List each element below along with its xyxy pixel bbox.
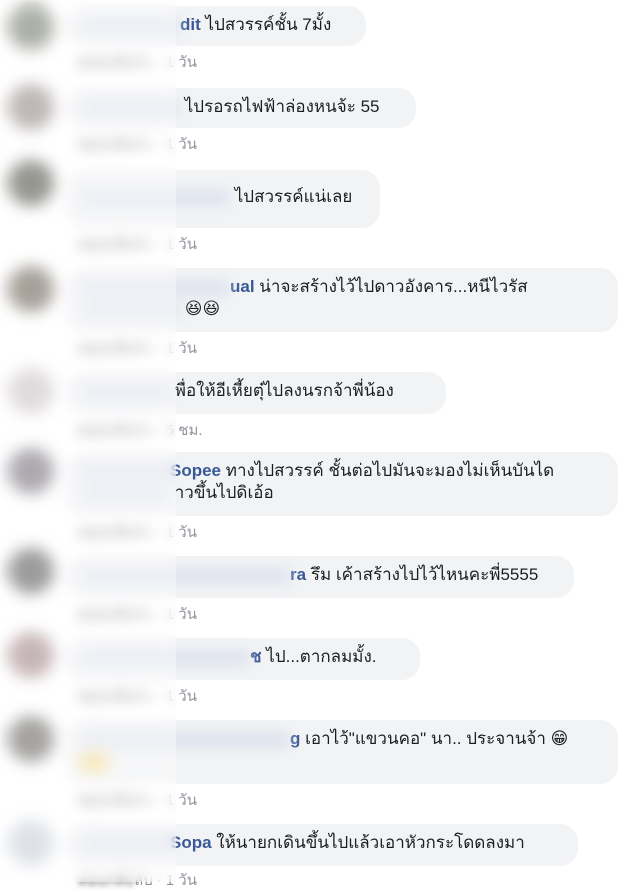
commenter-name[interactable]: dit	[180, 15, 201, 34]
comment-text: ไปสวรรค์ชั้น 7มั้ง	[205, 15, 332, 34]
comment-text: ทางไปสวรรค์ ชั้นต่อไปมันจะมองไม่เห็นบันไ…	[225, 461, 555, 480]
comment-text: ไป...ตากลมมั้ง.	[266, 647, 377, 666]
comment-text: พื่อให้อีเหี้ยตุ๋ไปลงนรกจ้าพี่น้อง	[174, 381, 394, 400]
comment-text: ให้นายกเดินขึ้นไปแล้วเอาหัวกระโดดลงมา	[216, 833, 525, 852]
comment-text: ไปรอรถไฟฟ้าล่องหนจ้ะ 55	[184, 97, 380, 116]
privacy-blur-overlay	[0, 0, 176, 882]
commenter-name[interactable]: Sopee	[170, 461, 221, 480]
commenter-name[interactable]: g	[290, 729, 300, 748]
commenter-name[interactable]: ra	[290, 565, 306, 584]
comment-text: เอาไว้"แขวนคอ" นา.. ประจานจ้า 😁	[305, 729, 569, 748]
commenter-name[interactable]: Sopa	[170, 833, 212, 852]
comment-text: ไปสวรรค์แน่เลย	[234, 187, 353, 206]
laughing-emoji-icon: 😆😆	[184, 299, 221, 319]
comment-text: น่าจะสร้างไว้ไปดาวอังคาร...หนีไวรัส	[259, 277, 528, 296]
commenter-name[interactable]: ช	[250, 647, 262, 666]
comment-text-line2: าวขึ้นไปดิเอ้อ	[174, 483, 274, 502]
comment-text: รึม เค้าสร้างไปไว้ไหนคะพี่5555	[310, 565, 539, 584]
commenter-name[interactable]: ual	[230, 277, 255, 296]
